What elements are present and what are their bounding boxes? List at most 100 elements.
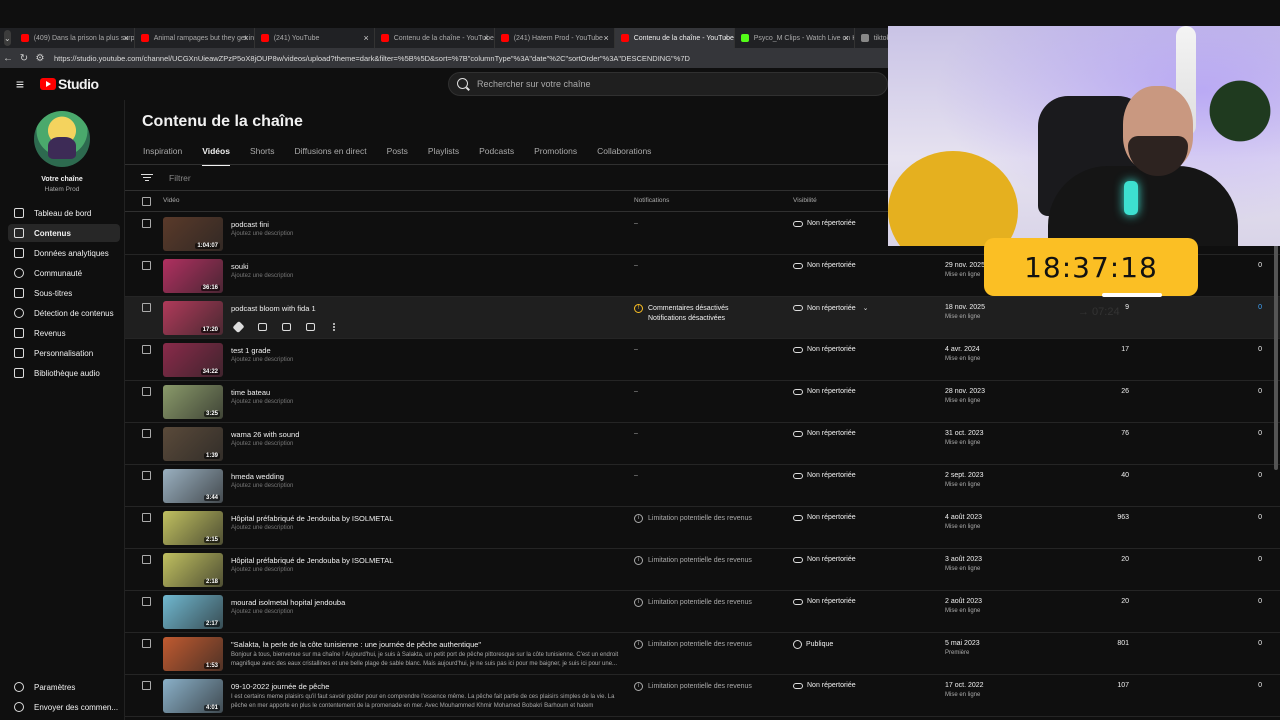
table-row[interactable]: 17:20 podcast bloom with fida 1! Commentai…	[125, 297, 1280, 339]
video-thumbnail[interactable]: 36:16	[163, 259, 223, 293]
visibility-dropdown[interactable]: Non répertoriée	[793, 556, 856, 563]
search-input[interactable]: Rechercher sur votre chaîne	[448, 72, 888, 96]
column-notifications[interactable]: Notifications	[634, 197, 669, 204]
row-checkbox[interactable]	[142, 681, 151, 690]
sidebar-item-revenue[interactable]: Revenus	[8, 324, 120, 342]
chevron-down-icon[interactable]: ⌄	[863, 304, 869, 312]
tab-diffusions-en-direct[interactable]: Diffusions en direct	[295, 146, 367, 166]
visibility-dropdown[interactable]: Non répertoriée	[793, 514, 856, 521]
sidebar-item-detection[interactable]: Détection de contenus	[8, 304, 120, 322]
video-title[interactable]: Hôpital préfabriqué de Jendouba by ISOLM…	[231, 556, 393, 565]
row-checkbox[interactable]	[142, 387, 151, 396]
video-thumbnail[interactable]: 3:44	[163, 469, 223, 503]
sidebar-item-settings[interactable]: Paramètres	[8, 678, 120, 696]
sidebar-item-dashboard[interactable]: Tableau de bord	[8, 204, 120, 222]
reload-icon[interactable]: ↻	[16, 53, 32, 64]
tab-vid-os[interactable]: Vidéos	[202, 146, 230, 166]
url-field[interactable]: https://studio.youtube.com/channel/UCGXn…	[54, 54, 690, 63]
channel-avatar[interactable]	[34, 111, 90, 167]
video-thumbnail[interactable]: 17:20	[163, 301, 223, 335]
sidebar-item-analytics[interactable]: Données analytiques	[8, 244, 120, 262]
visibility-dropdown[interactable]: Non répertoriée	[793, 472, 856, 479]
video-title[interactable]: souki	[231, 262, 249, 271]
sidebar-item-customization[interactable]: Personnalisation	[8, 344, 120, 362]
row-checkbox[interactable]	[142, 345, 151, 354]
close-tab-icon[interactable]: ×	[363, 33, 368, 43]
video-title[interactable]: podcast bloom with fida 1	[231, 304, 316, 313]
column-video[interactable]: Vidéo	[163, 197, 180, 204]
table-row[interactable]: 2:17 mourad isolmetal hopital jendouba Ajo…	[125, 591, 1280, 633]
table-row[interactable]: 3:25 time bateau Ajoutez une description – N…	[125, 381, 1280, 423]
browser-tab[interactable]: Contenu de la chaîne - YouTube St ×	[375, 28, 495, 48]
menu-icon[interactable]: ≡	[0, 76, 40, 92]
video-thumbnail[interactable]: 4:01	[163, 679, 223, 713]
visibility-dropdown[interactable]: Non répertoriée	[793, 682, 856, 689]
table-row[interactable]: 1:39 wama 26 with sound Ajoutez une descri…	[125, 423, 1280, 465]
video-title[interactable]: mourad isolmetal hopital jendouba	[231, 598, 345, 607]
video-title[interactable]: podcast fini	[231, 220, 269, 229]
studio-logo[interactable]: Studio	[40, 76, 99, 92]
back-icon[interactable]: ←	[0, 53, 16, 64]
video-title[interactable]: "Salakta, la perle de la côte tunisienne…	[231, 640, 481, 649]
video-title[interactable]: time bateau	[231, 388, 270, 397]
row-checkbox[interactable]	[142, 303, 151, 312]
tab-playlists[interactable]: Playlists	[428, 146, 459, 166]
close-tab-icon[interactable]: ×	[843, 33, 848, 43]
video-thumbnail[interactable]: 34:22	[163, 343, 223, 377]
visibility-dropdown[interactable]: Non répertoriée	[793, 388, 856, 395]
table-row[interactable]: 4:01 09-10-2022 journée de pêche I est cer…	[125, 675, 1280, 717]
close-tab-icon[interactable]: ×	[603, 33, 608, 43]
visibility-dropdown[interactable]: Publique	[793, 640, 833, 649]
tab-posts[interactable]: Posts	[387, 146, 408, 166]
browser-tab[interactable]: (409) Dans la prison la plus surpe ×	[15, 28, 135, 48]
visibility-dropdown[interactable]: Non répertoriée	[793, 346, 856, 353]
visibility-dropdown[interactable]: Non répertoriée	[793, 220, 856, 227]
tab-inspiration[interactable]: Inspiration	[143, 146, 182, 166]
video-title[interactable]: test 1 grade	[231, 346, 271, 355]
table-row[interactable]: 3:44 hmeda wedding Ajoutez une description…	[125, 465, 1280, 507]
close-tab-icon[interactable]: ×	[483, 33, 488, 43]
video-thumbnail[interactable]: 2:17	[163, 595, 223, 629]
edit-pencil-icon[interactable]	[231, 320, 245, 334]
close-tab-icon[interactable]: ×	[723, 33, 728, 43]
video-thumbnail[interactable]: 2:15	[163, 511, 223, 545]
browser-tab[interactable]: (241) YouTube ×	[255, 28, 375, 48]
more-options-icon[interactable]	[327, 322, 341, 332]
browser-tab[interactable]: Animal rampages but they get in ×	[135, 28, 255, 48]
visibility-dropdown[interactable]: Non répertoriée	[793, 262, 856, 269]
video-thumbnail[interactable]: 1:39	[163, 427, 223, 461]
sidebar-item-feedback[interactable]: Envoyer des commen...	[8, 698, 120, 716]
row-checkbox[interactable]	[142, 219, 151, 228]
filter-input[interactable]: Filtrer	[169, 173, 191, 183]
tab-shorts[interactable]: Shorts	[250, 146, 275, 166]
video-thumbnail[interactable]: 2:18	[163, 553, 223, 587]
table-row[interactable]: 2:15 Hôpital préfabriqué de Jendouba by I…	[125, 507, 1280, 549]
video-title[interactable]: 09-10-2022 journée de pêche	[231, 682, 329, 691]
row-checkbox[interactable]	[142, 261, 151, 270]
tab-podcasts[interactable]: Podcasts	[479, 146, 514, 166]
select-all-checkbox[interactable]	[142, 197, 151, 206]
sidebar-item-subtitles[interactable]: Sous-titres	[8, 284, 120, 302]
column-visibility[interactable]: Visibilité	[793, 197, 817, 204]
tab-list-button[interactable]: ⌄	[4, 30, 11, 46]
table-row[interactable]: 2:18 Hôpital préfabriqué de Jendouba by I…	[125, 549, 1280, 591]
comments-icon[interactable]	[279, 322, 293, 332]
sidebar-item-audio-library[interactable]: Bibliothèque audio	[8, 364, 120, 382]
browser-tab[interactable]: Psyco_M Clips - Watch Live on Ki ×	[735, 28, 855, 48]
browser-tab[interactable]: (241) Hatem Prod - YouTube ×	[495, 28, 615, 48]
row-checkbox[interactable]	[142, 597, 151, 606]
row-checkbox[interactable]	[142, 471, 151, 480]
youtube-icon[interactable]	[303, 322, 317, 332]
video-thumbnail[interactable]: 1:04:07	[163, 217, 223, 251]
video-title[interactable]: wama 26 with sound	[231, 430, 299, 439]
sidebar-item-community[interactable]: Communauté	[8, 264, 120, 282]
video-thumbnail[interactable]: 1:53	[163, 637, 223, 671]
table-row[interactable]: 34:22 test 1 grade Ajoutez une description…	[125, 339, 1280, 381]
visibility-dropdown[interactable]: Non répertoriée	[793, 598, 856, 605]
video-title[interactable]: Hôpital préfabriqué de Jendouba by ISOLM…	[231, 514, 393, 523]
close-tab-icon[interactable]: ×	[123, 33, 128, 43]
sidebar-item-content[interactable]: Contenus	[8, 224, 120, 242]
visibility-dropdown[interactable]: Non répertoriée	[793, 430, 856, 437]
row-checkbox[interactable]	[142, 555, 151, 564]
row-checkbox[interactable]	[142, 639, 151, 648]
